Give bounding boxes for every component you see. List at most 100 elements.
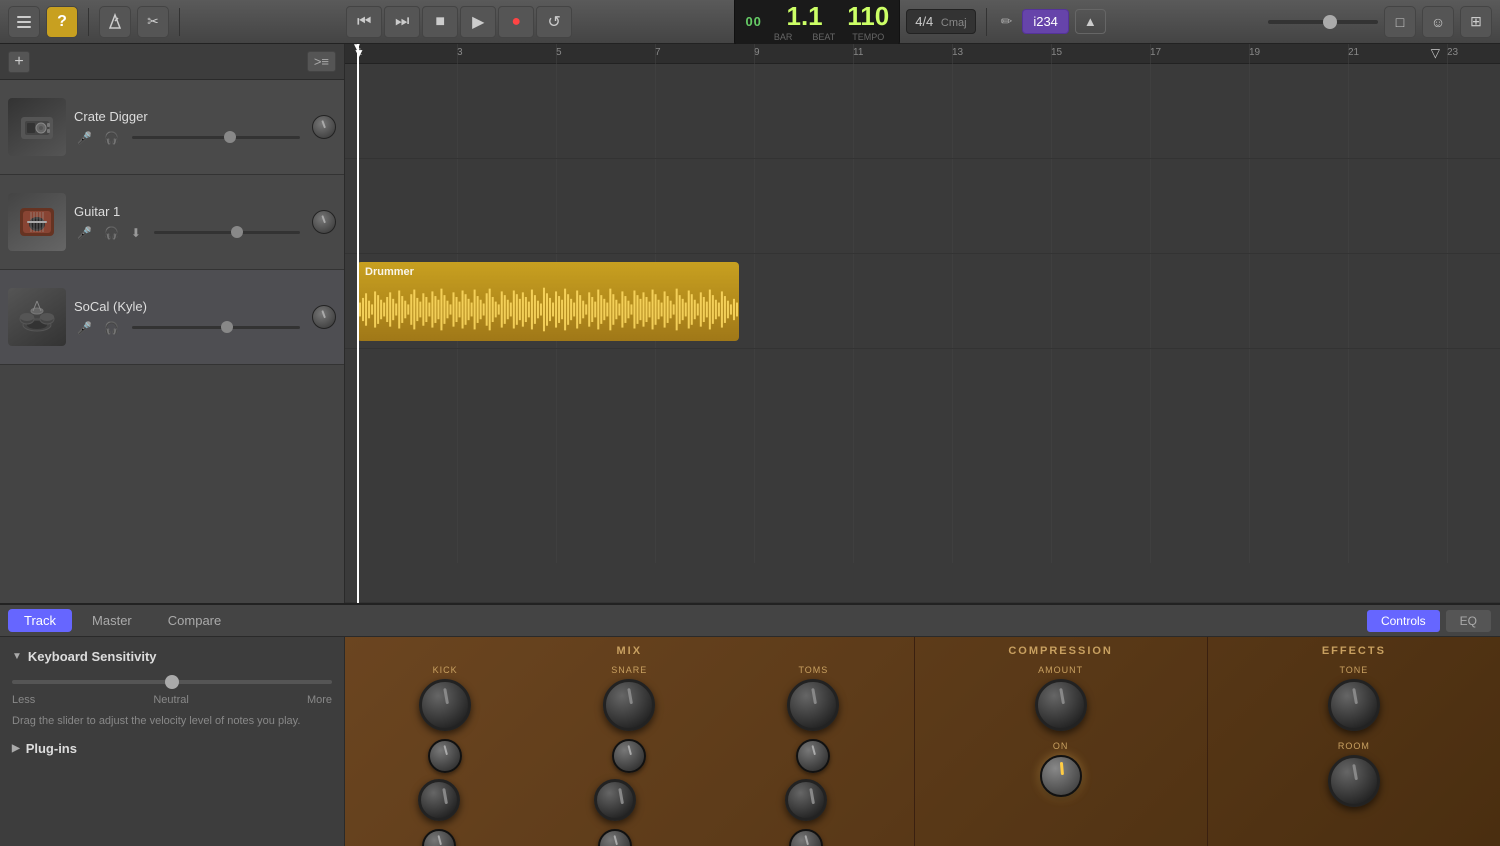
room-knob[interactable] bbox=[1328, 755, 1380, 807]
time-sig-value: 4/4 bbox=[915, 14, 933, 29]
bar-label: BAR bbox=[774, 32, 793, 42]
pencil-icon[interactable]: ✏ bbox=[997, 9, 1017, 34]
track-vol-thumb[interactable] bbox=[224, 131, 236, 143]
lcd-display: 00 1.1 BAR BEAT 110 TEMPO bbox=[734, 0, 900, 47]
ruler-marker: 23 bbox=[1447, 47, 1458, 58]
snare-knob[interactable] bbox=[603, 679, 655, 731]
stop-button[interactable]: ■ bbox=[422, 6, 458, 38]
tuner-button[interactable]: ▲ bbox=[1075, 9, 1106, 34]
cymbals-small-knob[interactable] bbox=[598, 829, 632, 846]
tab-controls[interactable]: Controls bbox=[1366, 609, 1441, 633]
track-vol-slider[interactable] bbox=[132, 326, 300, 329]
tempo-label: TEMPO bbox=[852, 32, 884, 42]
neutral-label: Neutral bbox=[153, 694, 188, 706]
track-vol-slider[interactable] bbox=[132, 136, 300, 139]
keyboard-sensitivity-section: ▼ Keyboard Sensitivity Less Neutral More bbox=[12, 649, 332, 729]
mute-button[interactable]: 🎤 bbox=[74, 320, 95, 336]
toms-small-knob[interactable] bbox=[796, 739, 830, 773]
cymbals-knob[interactable] bbox=[594, 779, 636, 821]
more-label: More bbox=[307, 694, 332, 706]
mute-button[interactable]: 🎤 bbox=[74, 225, 95, 241]
track-item[interactable]: Guitar 1 🎤 🎧 ⬇ bbox=[0, 175, 344, 270]
track-vol-slider[interactable] bbox=[154, 231, 300, 234]
grid-icon[interactable]: ⊞ bbox=[1460, 6, 1492, 38]
compression-on-knob[interactable] bbox=[1040, 755, 1082, 797]
add-track-button[interactable]: + bbox=[8, 51, 30, 73]
playhead[interactable] bbox=[357, 44, 359, 603]
headphone-button[interactable]: 🎧 bbox=[101, 320, 122, 336]
help-icon[interactable]: ? bbox=[46, 6, 78, 38]
less-label: Less bbox=[12, 694, 35, 706]
master-volume bbox=[1268, 20, 1378, 24]
tab-track[interactable]: Track bbox=[8, 609, 72, 632]
sep2 bbox=[179, 8, 180, 36]
rewind-button[interactable]: ⏮ bbox=[346, 6, 382, 38]
percussion-knob[interactable] bbox=[785, 779, 827, 821]
tempo-display: 110 TEMPO bbox=[847, 1, 889, 42]
kick-knob[interactable] bbox=[419, 679, 471, 731]
record-arm-button[interactable]: ⬇ bbox=[128, 225, 144, 241]
track-pan-knob[interactable] bbox=[312, 210, 336, 234]
left-panel: + >≡ bbox=[0, 44, 1500, 844]
master-vol-slider[interactable] bbox=[1268, 20, 1378, 24]
toolbar-right: □ ☺ ⊞ bbox=[1268, 6, 1492, 38]
compression-title: COMPRESSION bbox=[923, 645, 1199, 657]
amount-knob[interactable] bbox=[1035, 679, 1087, 731]
toms-knob[interactable] bbox=[787, 679, 839, 731]
track-lane-3: Drummer bbox=[345, 254, 1500, 349]
hihat-small-knob[interactable] bbox=[422, 829, 456, 846]
bottom-tab-right: Controls EQ bbox=[1366, 609, 1492, 633]
kick-small-knob[interactable] bbox=[428, 739, 462, 773]
tone-knob[interactable] bbox=[1328, 679, 1380, 731]
track-pan-knob[interactable] bbox=[312, 115, 336, 139]
tone-label: TONE bbox=[1339, 665, 1368, 675]
track-item[interactable]: SoCal (Kyle) 🎤 🎧 bbox=[0, 270, 344, 365]
beat-display: 1.1 BAR BEAT bbox=[774, 1, 835, 42]
tab-compare[interactable]: Compare bbox=[152, 609, 237, 632]
headphone-button[interactable]: 🎧 bbox=[101, 225, 122, 241]
cycle-button[interactable]: ↺ bbox=[536, 6, 572, 38]
plugins-arrow: ▶ bbox=[12, 743, 20, 754]
headphone-button[interactable]: 🎧 bbox=[101, 130, 122, 146]
share-icon[interactable]: ☺ bbox=[1422, 6, 1454, 38]
master-vol-thumb[interactable] bbox=[1323, 15, 1337, 29]
track-vol-thumb[interactable] bbox=[231, 226, 243, 238]
waveform bbox=[357, 284, 739, 335]
ruler-marker: 13 bbox=[952, 47, 963, 58]
track-vol-thumb[interactable] bbox=[221, 321, 233, 333]
sensitivity-thumb[interactable] bbox=[165, 675, 179, 689]
mix-knobs-row1: KICK SNARE TOMS bbox=[353, 665, 906, 773]
transport-group: ⏮ ⏭ ■ ▶ ● ↺ bbox=[346, 6, 572, 38]
scissors-icon[interactable]: ✂ bbox=[137, 6, 169, 38]
plugins-header[interactable]: ▶ Plug-ins bbox=[12, 741, 332, 756]
fastforward-button[interactable]: ⏭ bbox=[384, 6, 420, 38]
tone-group: TONE bbox=[1328, 665, 1380, 731]
play-button[interactable]: ▶ bbox=[460, 6, 496, 38]
track-info: Guitar 1 🎤 🎧 ⬇ bbox=[74, 204, 304, 241]
track-filter-button[interactable]: >≡ bbox=[307, 51, 336, 72]
time-sig-button[interactable]: 4/4 Cmaj bbox=[906, 9, 975, 34]
bottom-panel: Track Master Compare Controls EQ ▼ Keybo… bbox=[0, 603, 1500, 844]
timeline[interactable]: 1 3 5 7 9 11 13 15 17 bbox=[345, 44, 1500, 603]
tab-master[interactable]: Master bbox=[76, 609, 148, 632]
note-button[interactable]: i234 bbox=[1022, 9, 1069, 34]
sensitivity-slider[interactable] bbox=[12, 680, 332, 684]
track-item[interactable]: Crate Digger 🎤 🎧 bbox=[0, 80, 344, 175]
sep3 bbox=[986, 8, 987, 36]
mute-button[interactable]: 🎤 bbox=[74, 130, 95, 146]
tab-eq[interactable]: EQ bbox=[1445, 609, 1492, 633]
main-content: + >≡ bbox=[0, 44, 1500, 844]
sensitivity-description: Drag the slider to adjust the velocity l… bbox=[12, 714, 332, 729]
library-icon[interactable] bbox=[8, 6, 40, 38]
track-pan-knob[interactable] bbox=[312, 305, 336, 329]
drum-region[interactable]: Drummer bbox=[357, 262, 739, 341]
hihat-knob[interactable] bbox=[418, 779, 460, 821]
record-button[interactable]: ● bbox=[498, 6, 534, 38]
track-lane-empty bbox=[345, 349, 1500, 603]
percussion-small-knob[interactable] bbox=[789, 829, 823, 846]
write-icon[interactable]: □ bbox=[1384, 6, 1416, 38]
snare-small-knob[interactable] bbox=[612, 739, 646, 773]
metronome-icon[interactable] bbox=[99, 6, 131, 38]
settings-header[interactable]: ▼ Keyboard Sensitivity bbox=[12, 649, 332, 664]
track-lane-1 bbox=[345, 64, 1500, 159]
